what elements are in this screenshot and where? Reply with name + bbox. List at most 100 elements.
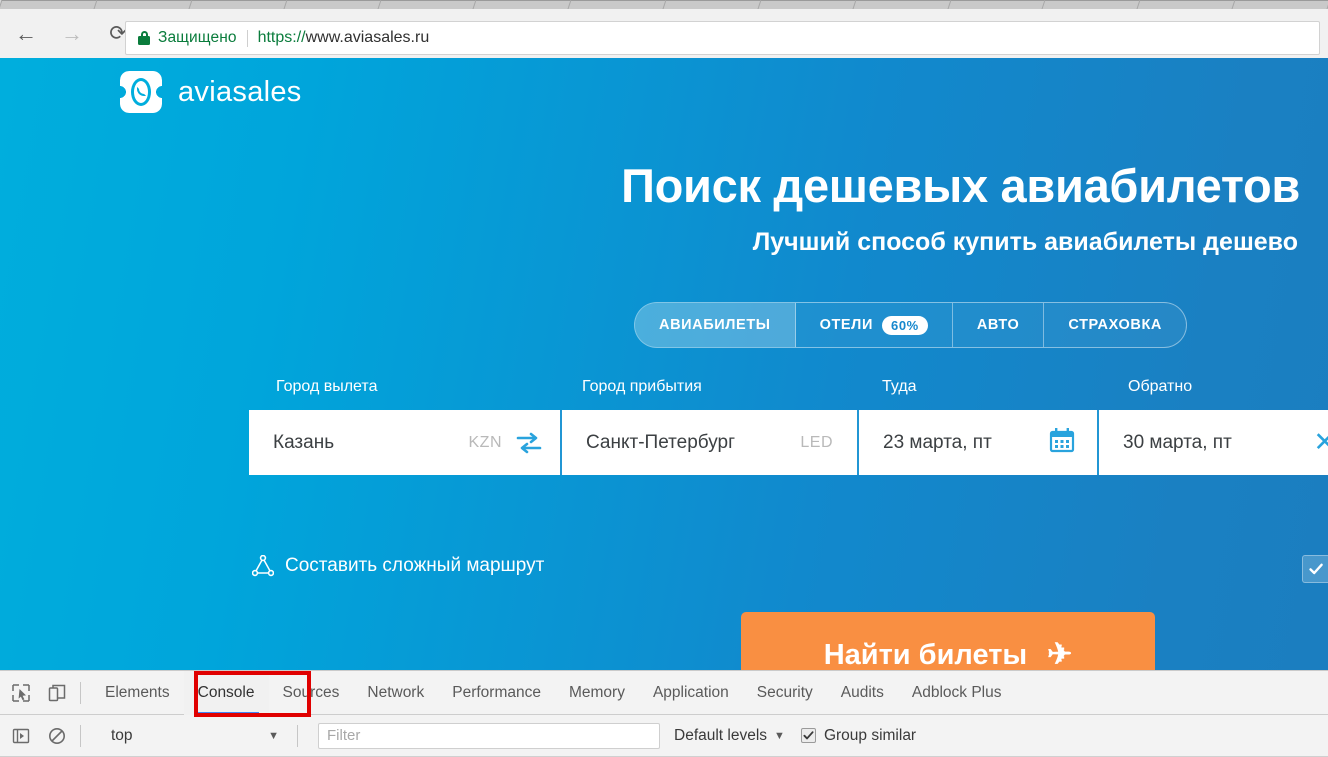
address-bar[interactable]: Защищено https:// www.aviasales.ru bbox=[125, 21, 1320, 55]
tab-console-label: Console bbox=[197, 683, 255, 701]
log-levels-dropdown[interactable]: Default levels ▼ bbox=[674, 727, 785, 745]
tab-flights[interactable]: АВИАБИЛЕТЫ bbox=[635, 303, 796, 347]
hotels-discount-badge: 60% bbox=[881, 315, 928, 335]
aviasales-ticket-icon bbox=[120, 71, 162, 113]
page-subtitle: Лучший способ купить авиабилеты дешево bbox=[752, 228, 1298, 256]
label-origin: Город вылета bbox=[276, 378, 378, 395]
tab-application-label: Application bbox=[652, 683, 729, 701]
browser-tab[interactable] bbox=[1041, 0, 1141, 9]
swap-cities-icon[interactable] bbox=[516, 432, 542, 454]
browser-tab[interactable] bbox=[567, 0, 667, 9]
tab-console[interactable]: Console bbox=[183, 670, 269, 715]
back-button[interactable]: ← bbox=[6, 14, 46, 54]
address-bar-divider bbox=[246, 29, 248, 47]
tab-audits[interactable]: Audits bbox=[827, 671, 898, 715]
tab-elements[interactable]: Elements bbox=[91, 671, 184, 715]
console-filter-input[interactable] bbox=[318, 722, 660, 749]
screenshot-root: ← → ⟳ Защищено https:// www.aviasales.ru bbox=[0, 0, 1328, 757]
origin-field[interactable]: Казань KZN bbox=[249, 410, 560, 475]
depart-date-field[interactable]: 23 марта, пт bbox=[857, 410, 1097, 475]
page-title: Поиск дешевых авиабилетов bbox=[621, 159, 1300, 212]
tab-performance-label: Performance bbox=[452, 683, 541, 701]
browser-tab[interactable] bbox=[1231, 0, 1328, 9]
close-icon[interactable]: ✕ bbox=[1313, 429, 1328, 456]
search-tickets-button[interactable]: Найти билеты ✈ bbox=[741, 612, 1155, 670]
tab-adblock-plus-label: Adblock Plus bbox=[911, 683, 1002, 701]
tab-cars[interactable]: АВТО bbox=[953, 303, 1045, 347]
tab-network-label: Network bbox=[367, 683, 425, 701]
clear-console-button[interactable] bbox=[42, 721, 72, 751]
check-icon-group bbox=[803, 731, 814, 740]
label-depart-date: Туда bbox=[882, 378, 917, 395]
devtools-panel: Elements Console Sources Network Perform… bbox=[0, 670, 1328, 757]
tab-performance[interactable]: Performance bbox=[438, 671, 555, 715]
console-sidebar-icon bbox=[12, 728, 30, 743]
destination-field[interactable]: Санкт-Петербург LED bbox=[560, 410, 857, 475]
tab-flights-label: АВИАБИЛЕТЫ bbox=[659, 317, 771, 333]
tab-security-label: Security bbox=[756, 683, 813, 701]
label-return-date: Обратно bbox=[1128, 378, 1193, 395]
browser-tab[interactable] bbox=[188, 0, 288, 9]
tab-elements-label: Elements bbox=[105, 683, 170, 701]
browser-tab[interactable] bbox=[472, 0, 572, 9]
airplane-icon: ✈ bbox=[1047, 638, 1073, 670]
browser-tab[interactable] bbox=[377, 0, 477, 9]
return-date-value: 30 марта, пт bbox=[1123, 431, 1232, 453]
browser-tab[interactable] bbox=[0, 0, 98, 9]
complex-route-link[interactable]: Составить сложный маршрут bbox=[252, 555, 544, 577]
group-similar-checkbox[interactable] bbox=[800, 728, 816, 743]
site-logo[interactable]: aviasales bbox=[120, 71, 302, 113]
webpage-viewport: aviasales Поиск дешевых авиабилетов Лучш… bbox=[0, 58, 1328, 670]
tab-memory-label: Memory bbox=[568, 683, 625, 701]
log-levels-label: Default levels bbox=[674, 726, 768, 744]
tab-sources-label: Sources bbox=[282, 683, 340, 701]
group-similar-label: Group similar bbox=[823, 726, 917, 744]
console-toolbar: top ▼ Default levels ▼ Group similar bbox=[0, 715, 1328, 757]
origin-city-value: Казань bbox=[273, 431, 335, 453]
depart-date-value: 23 марта, пт bbox=[883, 431, 992, 453]
tab-hotels[interactable]: ОТЕЛИ 60% bbox=[796, 303, 953, 347]
browser-tab[interactable] bbox=[852, 0, 952, 9]
browser-tab[interactable] bbox=[283, 0, 382, 9]
browser-tab-strip-inner bbox=[0, 0, 1328, 9]
tab-insurance-label: СТРАХОВКА bbox=[1068, 317, 1162, 333]
device-toggle-icon bbox=[48, 684, 66, 701]
group-similar-control[interactable]: Group similar bbox=[800, 726, 917, 745]
tab-security[interactable]: Security bbox=[743, 671, 827, 715]
browser-tab[interactable] bbox=[662, 0, 762, 9]
tab-memory[interactable]: Memory bbox=[555, 671, 639, 715]
check-icon bbox=[1309, 563, 1323, 575]
browser-tab[interactable] bbox=[947, 0, 1046, 9]
route-network-icon bbox=[252, 555, 274, 577]
calendar-icon[interactable] bbox=[1049, 427, 1075, 458]
console-toolbar-divider-2 bbox=[297, 724, 298, 747]
origin-iata-code: KZN bbox=[468, 433, 502, 451]
tab-adblock-plus[interactable]: Adblock Plus bbox=[898, 671, 1016, 715]
url-host: www.aviasales.ru bbox=[305, 29, 430, 46]
console-sidebar-button[interactable] bbox=[6, 721, 36, 751]
execution-context-selector[interactable]: top ▼ bbox=[99, 727, 289, 745]
execution-context-value: top bbox=[111, 726, 133, 744]
tab-cars-label: АВТО bbox=[976, 317, 1020, 333]
browser-tab[interactable] bbox=[1136, 0, 1236, 9]
tab-network[interactable]: Network bbox=[353, 671, 438, 715]
tab-audits-label: Audits bbox=[840, 683, 884, 701]
label-destination: Город прибытия bbox=[582, 378, 702, 395]
back-arrow-icon: ← bbox=[15, 20, 37, 46]
device-toolbar-button[interactable] bbox=[42, 678, 72, 708]
return-date-field[interactable]: 30 марта, пт ✕ bbox=[1097, 410, 1328, 475]
browser-tab[interactable] bbox=[757, 0, 857, 9]
options-checkbox[interactable] bbox=[1302, 555, 1328, 583]
forward-button[interactable]: → bbox=[52, 14, 92, 54]
product-tabs: АВИАБИЛЕТЫ ОТЕЛИ 60% АВТО СТРАХОВКА bbox=[634, 302, 1187, 348]
browser-tab[interactable] bbox=[93, 0, 193, 9]
destination-iata-code: LED bbox=[800, 433, 833, 451]
tab-insurance[interactable]: СТРАХОВКА bbox=[1044, 303, 1186, 347]
browser-toolbar: ← → ⟳ Защищено https:// www.aviasales.ru bbox=[0, 9, 1328, 58]
inspect-element-button[interactable] bbox=[6, 678, 36, 708]
browser-tab-strip[interactable] bbox=[0, 0, 1328, 9]
tab-application[interactable]: Application bbox=[639, 671, 743, 715]
devtools-toolbar-divider bbox=[80, 681, 81, 704]
tab-sources[interactable]: Sources bbox=[269, 671, 354, 715]
devtools-tab-bar: Elements Console Sources Network Perform… bbox=[0, 670, 1328, 715]
